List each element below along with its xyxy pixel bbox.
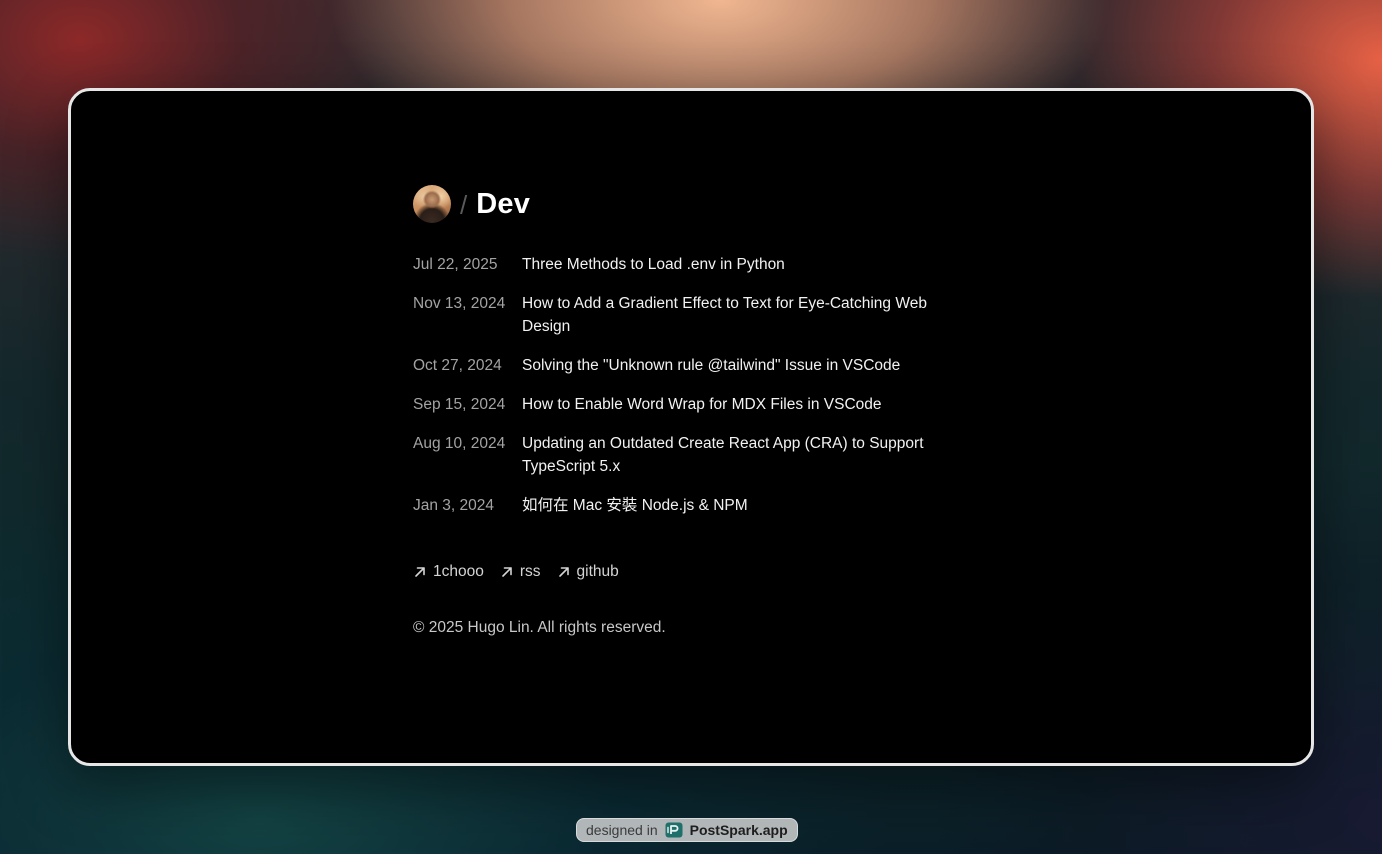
site-header: / Dev	[413, 183, 1013, 225]
link-label: github	[576, 563, 619, 580]
header-separator: /	[460, 189, 468, 220]
link-label: 1chooo	[433, 563, 484, 580]
post-date: Jan 3, 2024	[413, 497, 495, 514]
post-date: Aug 10, 2024	[413, 435, 506, 452]
browser-window: / Dev Jul 22, 2025 Three Methods to Load…	[68, 88, 1314, 766]
post-item: Sep 15, 2024 How to Enable Word Wrap for…	[413, 393, 1013, 416]
post-link[interactable]: Three Methods to Load .env in Python	[522, 253, 785, 276]
post-link[interactable]: How to Enable Word Wrap for MDX Files in…	[522, 393, 882, 416]
post-link[interactable]: How to Add a Gradient Effect to Text for…	[522, 292, 967, 338]
copyright-text: © 2025 Hugo Lin. All rights reserved.	[413, 619, 666, 636]
postspark-badge[interactable]: designed in PostSpark.app	[576, 818, 798, 842]
post-date: Oct 27, 2024	[413, 357, 502, 374]
post-item: Jul 22, 2025 Three Methods to Load .env …	[413, 253, 1013, 276]
external-links: 1chooo rss github	[413, 563, 1013, 581]
post-item: Nov 13, 2024 How to Add a Gradient Effec…	[413, 292, 1013, 338]
badge-prefix: designed in	[586, 822, 658, 838]
post-date: Sep 15, 2024	[413, 396, 506, 413]
post-link[interactable]: 如何在 Mac 安裝 Node.js & NPM	[522, 494, 748, 517]
postspark-logo-icon	[665, 822, 683, 838]
link-github[interactable]: github	[557, 563, 619, 581]
post-list: Jul 22, 2025 Three Methods to Load .env …	[413, 253, 1013, 517]
site-title[interactable]: Dev	[476, 188, 530, 221]
arrow-up-right-icon	[415, 567, 425, 577]
badge-brand: PostSpark.app	[689, 822, 788, 838]
blog-content: / Dev Jul 22, 2025 Three Methods to Load…	[413, 183, 1013, 637]
link-1chooo[interactable]: 1chooo	[413, 563, 484, 581]
post-link[interactable]: Solving the "Unknown rule @tailwind" Iss…	[522, 354, 900, 377]
arrow-up-right-icon	[502, 567, 512, 577]
post-item: Oct 27, 2024 Solving the "Unknown rule @…	[413, 354, 1013, 377]
post-link[interactable]: Updating an Outdated Create React App (C…	[522, 432, 967, 478]
link-label: rss	[519, 563, 541, 580]
link-rss[interactable]: rss	[500, 563, 541, 581]
post-date: Nov 13, 2024	[413, 295, 506, 312]
arrow-up-right-icon	[558, 567, 569, 577]
avatar[interactable]	[413, 185, 451, 223]
post-item: Aug 10, 2024 Updating an Outdated Create…	[413, 432, 1013, 478]
post-item: Jan 3, 2024 如何在 Mac 安裝 Node.js & NPM	[413, 494, 1013, 517]
post-date: Jul 22, 2025	[413, 256, 498, 273]
